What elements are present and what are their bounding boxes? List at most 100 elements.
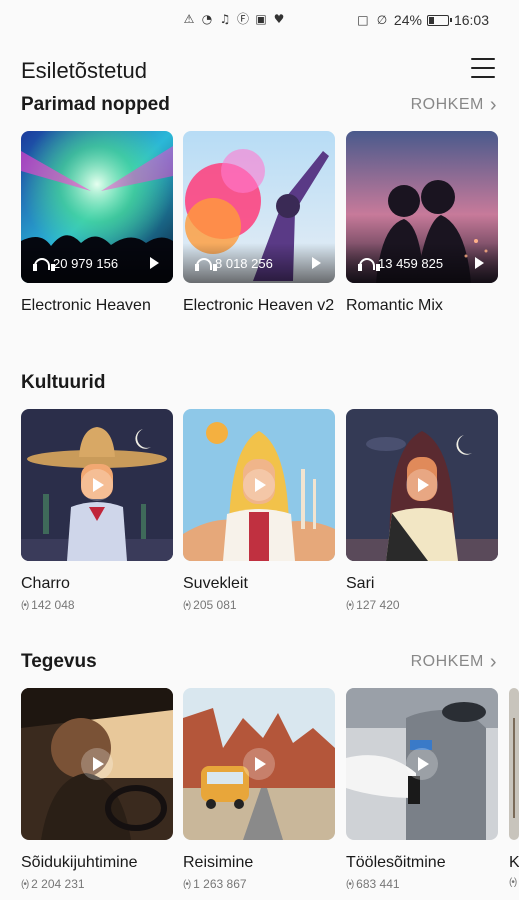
station-card[interactable]: Töölesõitmine (•) 683 441: [346, 688, 498, 891]
station-title: Sari: [346, 575, 375, 592]
listener-count: (•) 205 081: [183, 598, 335, 612]
station-cover: [346, 409, 498, 561]
playlist-title: Romantic Mix: [346, 297, 443, 314]
menu-line: [471, 67, 495, 69]
play-button[interactable]: [406, 748, 438, 780]
headphones-icon: [195, 257, 217, 271]
listener-count: 13 459 825: [358, 256, 443, 271]
broadcast-icon: (•): [509, 877, 517, 888]
wifi-icon: ◔: [201, 12, 213, 26]
nfc-icon: □: [357, 13, 369, 27]
more-label: ROHKEM: [410, 96, 484, 113]
playlist-title: Electronic Heaven: [21, 297, 151, 314]
playlist-cover: 8 018 256: [183, 131, 335, 283]
chevron-right-icon: ›: [489, 94, 497, 116]
listener-count: (•) 1 263 867: [183, 877, 335, 891]
playlist-card[interactable]: 13 459 825 Romantic Mix: [346, 131, 498, 316]
play-icon[interactable]: [312, 257, 321, 269]
notification-icons: ⚠ ◔ ♫ Ⓕ ▣ ♥: [182, 12, 286, 26]
play-button[interactable]: [243, 469, 275, 501]
more-button[interactable]: ROHKEM ›: [410, 94, 497, 116]
music-icon: ♫: [219, 12, 231, 26]
station-cover: [346, 688, 498, 840]
playlist-title: Electronic Heaven v2: [183, 297, 335, 314]
system-status: □ ∅ 24% 16:03: [356, 12, 489, 28]
station-card[interactable]: K (•): [509, 688, 519, 888]
listener-count: (•) 142 048: [21, 598, 173, 612]
section-title: Tegevus: [21, 651, 97, 672]
status-bar: ⚠ ◔ ♫ Ⓕ ▣ ♥ □ ∅ 24% 16:03: [0, 0, 519, 40]
playlist-cover: 20 979 156: [21, 131, 173, 283]
headphones-icon: [33, 257, 55, 271]
station-title: Charro: [21, 575, 70, 592]
page-title: Esiletõstetud: [21, 58, 147, 83]
hamburger-menu-icon[interactable]: [471, 58, 495, 80]
section-activity: Tegevus ROHKEM › Sõidukijuhtimine (•) 2 …: [0, 649, 519, 900]
section-cultures: Kultuurid Charro (•) 142 048 Suvekleit (…: [0, 370, 519, 620]
more-button[interactable]: ROHKEM ›: [410, 651, 497, 673]
station-card[interactable]: Suvekleit (•) 205 081: [183, 409, 335, 612]
station-cover: [183, 688, 335, 840]
broadcast-icon: (•): [21, 878, 29, 890]
menu-line: [471, 76, 495, 78]
station-title: Reisimine: [183, 854, 254, 871]
listener-count: 20 979 156: [33, 256, 118, 271]
broadcast-icon: (•): [21, 599, 29, 611]
bell-off-icon: ∅: [376, 13, 388, 27]
headphones-icon: [358, 257, 380, 271]
playlist-card[interactable]: 20 979 156 Electronic Heaven: [21, 131, 173, 316]
station-cover: [509, 688, 519, 840]
menu-line: [471, 58, 495, 60]
listener-count-value: 205 081: [193, 598, 237, 612]
listener-count-value: 2 204 231: [31, 877, 85, 891]
station-title: Sõidukijuhtimine: [21, 854, 138, 871]
battery-icon: [426, 14, 452, 26]
listener-count-value: 683 441: [356, 877, 400, 891]
listener-count-value: 127 420: [356, 598, 400, 612]
heart-icon: ♥: [273, 12, 285, 26]
listener-count-value: 142 048: [31, 598, 75, 612]
alert-icon: ⚠: [183, 12, 195, 26]
listener-count: (•) 683 441: [346, 877, 498, 891]
partial-cover-image: [509, 688, 519, 840]
station-title: Töölesõitmine: [346, 854, 446, 871]
station-card[interactable]: Sõidukijuhtimine (•) 2 204 231: [21, 688, 173, 891]
listener-count-value: 1 263 867: [193, 877, 247, 891]
section-top-picks: Parimad nopped ROHKEM › 20 979 156 Elect…: [0, 92, 519, 352]
play-icon[interactable]: [475, 257, 484, 269]
listener-count: (•) 127 420: [346, 598, 498, 612]
station-card[interactable]: Charro (•) 142 048: [21, 409, 173, 612]
station-cover: [21, 688, 173, 840]
station-cover: [21, 409, 173, 561]
chevron-right-icon: ›: [489, 651, 497, 673]
listener-count-value: 13 459 825: [378, 256, 444, 271]
playlist-cover: 13 459 825: [346, 131, 498, 283]
broadcast-icon: (•): [346, 878, 354, 890]
play-button[interactable]: [81, 748, 113, 780]
section-title: Parimad nopped: [21, 94, 170, 115]
app-header: Esiletõstetud: [0, 50, 519, 90]
station-title: K: [509, 854, 519, 871]
section-title: Kultuurid: [21, 372, 106, 393]
listener-count-value: 20 979 156: [53, 256, 119, 271]
listener-count-value: 8 018 256: [215, 256, 273, 271]
broadcast-icon: (•): [183, 599, 191, 611]
facebook-icon: Ⓕ: [236, 12, 249, 26]
station-card[interactable]: Sari (•) 127 420: [346, 409, 498, 612]
play-button[interactable]: [81, 469, 113, 501]
listener-count: 8 018 256: [195, 256, 273, 271]
listener-count: (•) 2 204 231: [21, 877, 173, 891]
station-title: Suvekleit: [183, 575, 248, 592]
instagram-icon: ▣: [255, 12, 267, 26]
station-card[interactable]: Reisimine (•) 1 263 867: [183, 688, 335, 891]
battery-percent: 24%: [393, 12, 422, 28]
playlist-card[interactable]: 8 018 256 Electronic Heaven v2: [183, 131, 335, 316]
more-label: ROHKEM: [410, 653, 484, 670]
broadcast-icon: (•): [183, 878, 191, 890]
listener-count: (•): [509, 877, 519, 888]
broadcast-icon: (•): [346, 599, 354, 611]
play-icon[interactable]: [150, 257, 159, 269]
play-button[interactable]: [243, 748, 275, 780]
play-button[interactable]: [406, 469, 438, 501]
clock: 16:03: [453, 12, 489, 28]
